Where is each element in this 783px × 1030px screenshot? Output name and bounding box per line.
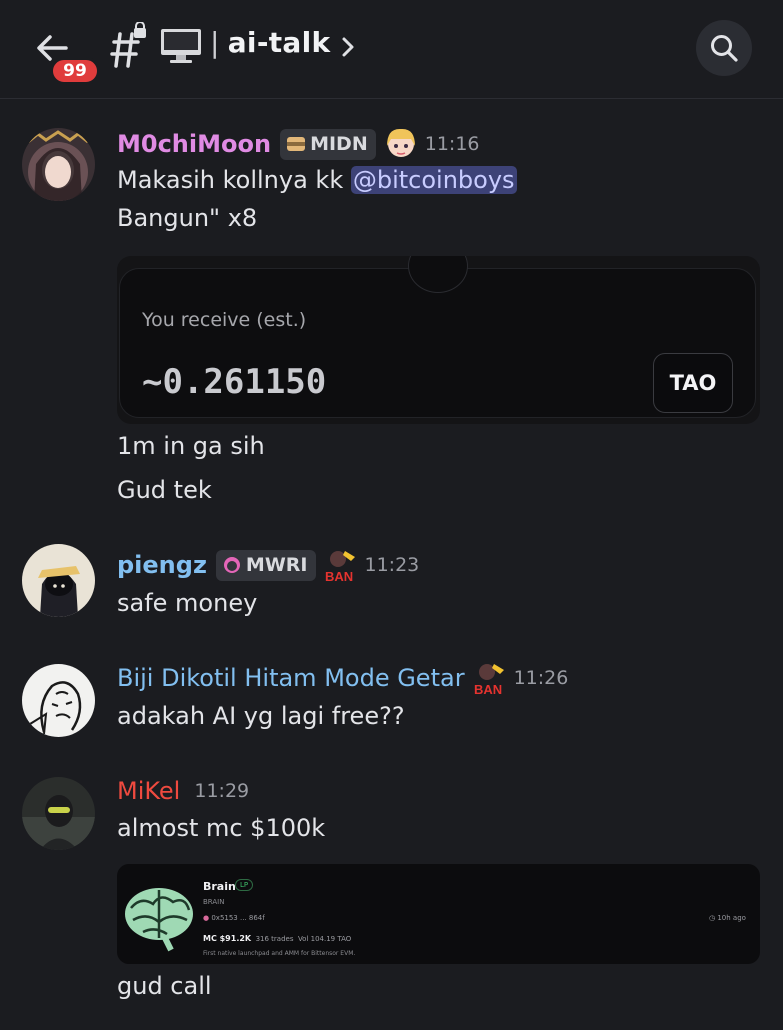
message-text: 1m in ga sih	[117, 432, 265, 460]
role-ban-icon: BAN	[474, 664, 504, 696]
token-stats: MC $91.2K 316 trades Vol 104.19 TAO	[203, 934, 351, 943]
swap-card: You receive (est.) ~0.261150 TAO	[119, 256, 756, 418]
channel-name: ai-talk	[227, 26, 331, 59]
timestamp: 11:26	[513, 667, 569, 689]
guild-tag-icon	[223, 557, 240, 573]
message-header: M0chiMoon MIDN 11:16	[117, 127, 480, 161]
token-select-button: TAO	[653, 353, 733, 413]
guild-tag-icon	[287, 137, 306, 151]
token-age: ◷ 10h ago	[709, 914, 746, 922]
username[interactable]: MiKel	[117, 777, 180, 805]
timestamp: 11:16	[424, 133, 480, 155]
message-header: Biji Dikotil Hitam Mode Getar BAN 11:26	[117, 661, 569, 696]
token-embed[interactable]: Brain LP BRAIN ● 0x5153 ... 864f ◷ 10h a…	[117, 864, 760, 964]
timestamp: 11:29	[194, 780, 250, 802]
svg-text:BAN: BAN	[474, 682, 502, 696]
message-text: safe money	[117, 589, 258, 617]
guild-tag[interactable]: MIDN	[280, 128, 376, 160]
hashtag-lock-icon	[110, 22, 146, 68]
unread-badge: 99	[50, 57, 100, 85]
market-cap: MC $91.2K	[203, 934, 252, 943]
volume: Vol 104.19 TAO	[297, 935, 352, 943]
anime-girl-role-icon	[386, 128, 415, 157]
token-address-text: 0x5153 ... 864f	[211, 914, 265, 922]
avatar[interactable]	[22, 664, 95, 737]
trade-count: 316 trades	[255, 935, 294, 943]
monitor-icon	[161, 29, 201, 63]
lp-badge: LP	[235, 879, 254, 891]
message-text: Makasih kollnya kk @bitcoinboys	[117, 166, 517, 194]
token-description: First native launchpad and AMM for Bitte…	[203, 950, 356, 957]
search-button[interactable]	[696, 20, 752, 76]
avatar[interactable]	[22, 777, 95, 850]
message-text: Gud tek	[117, 476, 212, 504]
avatar[interactable]	[22, 128, 95, 201]
message-text-part: Makasih kollnya kk	[117, 166, 351, 194]
message-text: Bangun" x8	[117, 204, 258, 232]
message-header: MiKel 11:29	[117, 774, 249, 808]
swap-embed[interactable]: You receive (est.) ~0.261150 TAO	[117, 256, 760, 424]
username[interactable]: M0chiMoon	[117, 130, 271, 158]
address-dot-icon: ●	[203, 914, 210, 922]
avatar[interactable]	[22, 544, 95, 617]
search-icon	[711, 35, 738, 62]
brain-logo-icon	[125, 888, 193, 952]
token-name: Brain	[203, 880, 236, 893]
username[interactable]: Biji Dikotil Hitam Mode Getar	[117, 664, 465, 692]
token-age-text: 10h ago	[717, 914, 746, 922]
guild-tag[interactable]: MWRI	[215, 549, 316, 581]
message-header: piengz MWRI BAN 11:23	[117, 548, 420, 583]
channel-title[interactable]: | ai-talk	[210, 26, 330, 59]
receive-label: You receive (est.)	[142, 309, 307, 331]
username[interactable]: piengz	[117, 551, 207, 579]
svg-text:BAN: BAN	[325, 569, 353, 583]
title-separator: |	[210, 26, 220, 59]
timestamp: 11:23	[364, 554, 420, 576]
message-text: almost mc $100k	[117, 814, 326, 842]
receive-value: ~0.261150	[142, 362, 327, 402]
role-ban-icon: BAN	[325, 551, 355, 583]
message-text: adakah AI yg lagi free??	[117, 702, 405, 730]
chevron-right-icon[interactable]	[340, 36, 356, 58]
user-mention[interactable]: @bitcoinboys	[350, 166, 517, 194]
guild-tag-label: MWRI	[245, 554, 308, 576]
guild-tag-label: MIDN	[310, 133, 368, 155]
token-symbol: BRAIN	[203, 898, 225, 906]
channel-header: 99 | ai-talk	[0, 0, 783, 99]
message-text: gud call	[117, 972, 212, 1000]
token-address: ● 0x5153 ... 864f	[203, 914, 265, 922]
swap-direction-knob	[408, 256, 468, 293]
